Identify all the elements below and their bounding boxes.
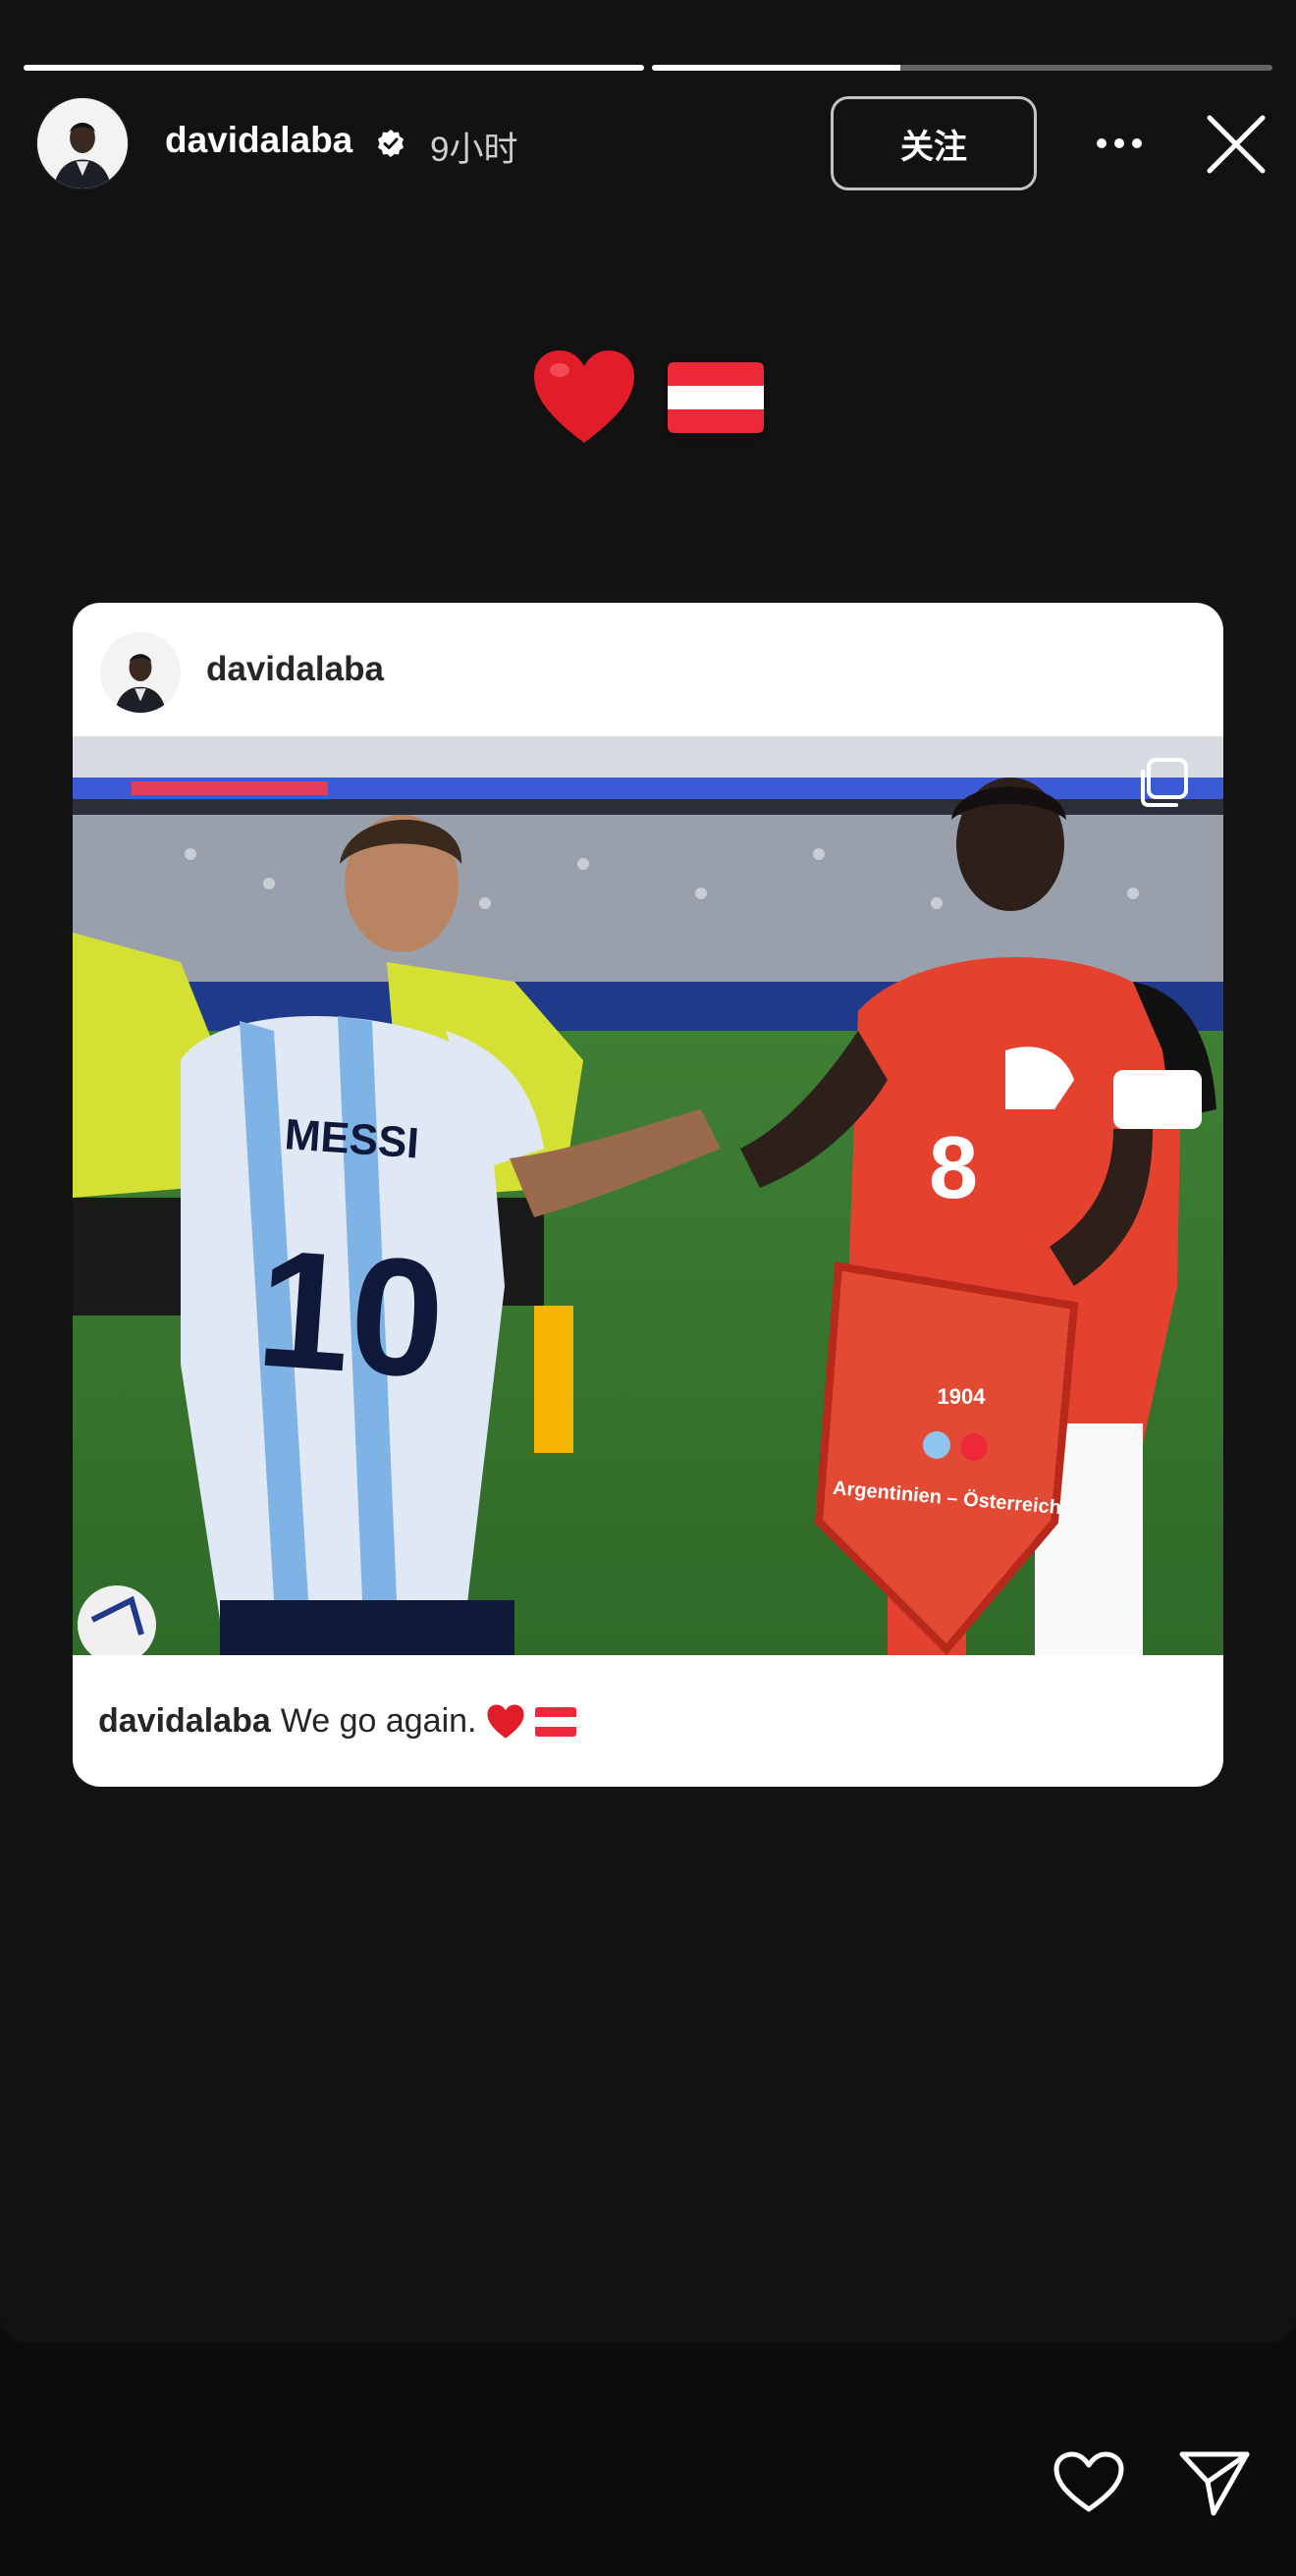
close-icon[interactable]: [1204, 112, 1269, 177]
follow-button[interactable]: 关注: [831, 96, 1037, 190]
post-photo[interactable]: MESSI 10 8 1904 Argentinien – Österreich: [73, 736, 1223, 1655]
story-username[interactable]: davidalaba: [165, 120, 352, 161]
jersey-name-left: MESSI: [283, 1110, 420, 1167]
verified-badge-icon: [378, 130, 404, 157]
red-heart-icon: [534, 350, 634, 443]
progress-fill: [24, 65, 644, 71]
red-heart-icon: [487, 1704, 525, 1739]
caption-username[interactable]: davidalaba: [98, 1702, 271, 1741]
progress-segment: [652, 65, 1272, 71]
jersey-number-right: 8: [929, 1119, 978, 1217]
like-heart-icon[interactable]: [1053, 2450, 1125, 2515]
more-options-icon[interactable]: [1092, 126, 1147, 161]
post-username[interactable]: davidalaba: [206, 650, 384, 689]
emoji-sticker[interactable]: [530, 344, 766, 452]
send-icon[interactable]: [1178, 2448, 1251, 2517]
story-timestamp: 9小时: [430, 131, 518, 169]
profile-photo: [37, 98, 128, 188]
post-caption: davidalaba We go again.: [98, 1702, 577, 1741]
shared-post-card[interactable]: davidalaba MESSI 10 8 1904 Argentinien –…: [73, 603, 1223, 1787]
carousel-icon: [1141, 758, 1188, 807]
avatar[interactable]: [35, 96, 130, 190]
pennant-year: 1904: [938, 1384, 987, 1409]
progress-segment: [24, 65, 644, 71]
caption-text: We go again.: [280, 1702, 477, 1740]
post-avatar[interactable]: [100, 632, 181, 713]
profile-photo: [100, 632, 181, 713]
post-header: davidalaba: [73, 603, 1223, 736]
story-viewer[interactable]: davidalaba 9小时 关注 davidalaba MESSI 10 8 …: [0, 0, 1296, 2342]
austria-flag-icon: [535, 1706, 577, 1737]
story-progress-bar: [24, 65, 1272, 71]
austria-flag-icon: [668, 362, 764, 433]
progress-fill: [652, 65, 900, 71]
jersey-number-left: 10: [251, 1214, 450, 1414]
handshake-photo: MESSI 10 8 1904 Argentinien – Österreich: [73, 736, 1223, 1655]
